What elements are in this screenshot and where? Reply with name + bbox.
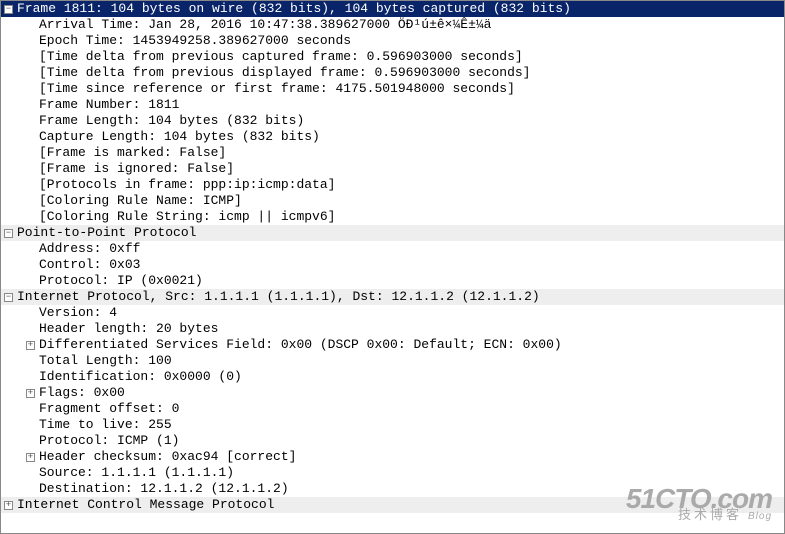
frame-ignored[interactable]: [Frame is ignored: False]: [1, 161, 784, 177]
frame-header[interactable]: −Frame 1811: 104 bytes on wire (832 bits…: [1, 1, 784, 17]
frame-marked[interactable]: [Frame is marked: False]: [1, 145, 784, 161]
frame-color-name[interactable]: [Coloring Rule Name: ICMP]: [1, 193, 784, 209]
frame-length[interactable]: Frame Length: 104 bytes (832 bits): [1, 113, 784, 129]
collapse-icon[interactable]: −: [4, 229, 13, 238]
expand-icon[interactable]: +: [26, 389, 35, 398]
ppp-header[interactable]: −Point-to-Point Protocol: [1, 225, 784, 241]
collapse-icon[interactable]: −: [4, 5, 13, 14]
ip-ttl[interactable]: Time to live: 255: [1, 417, 784, 433]
icmp-header-text: Internet Control Message Protocol: [17, 497, 274, 513]
ip-version[interactable]: Version: 4: [1, 305, 784, 321]
frame-epoch[interactable]: Epoch Time: 1453949258.389627000 seconds: [1, 33, 784, 49]
frame-header-text: Frame 1811: 104 bytes on wire (832 bits)…: [17, 1, 571, 17]
ip-total-length[interactable]: Total Length: 100: [1, 353, 784, 369]
ip-checksum[interactable]: +Header checksum: 0xac94 [correct]: [1, 449, 784, 465]
ppp-header-text: Point-to-Point Protocol: [17, 225, 196, 241]
ip-dscp[interactable]: +Differentiated Services Field: 0x00 (DS…: [1, 337, 784, 353]
collapse-icon[interactable]: −: [4, 293, 13, 302]
ppp-control[interactable]: Control: 0x03: [1, 257, 784, 273]
frame-arrival[interactable]: Arrival Time: Jan 28, 2016 10:47:38.3896…: [1, 17, 784, 33]
frame-delta-displayed[interactable]: [Time delta from previous displayed fram…: [1, 65, 784, 81]
frame-capture-length[interactable]: Capture Length: 104 bytes (832 bits): [1, 129, 784, 145]
ip-flags[interactable]: +Flags: 0x00: [1, 385, 784, 401]
ip-header-length[interactable]: Header length: 20 bytes: [1, 321, 784, 337]
ip-destination[interactable]: Destination: 12.1.1.2 (12.1.1.2): [1, 481, 784, 497]
ip-fragment-offset[interactable]: Fragment offset: 0: [1, 401, 784, 417]
frame-protocols[interactable]: [Protocols in frame: ppp:ip:icmp:data]: [1, 177, 784, 193]
ip-header[interactable]: −Internet Protocol, Src: 1.1.1.1 (1.1.1.…: [1, 289, 784, 305]
ip-header-text: Internet Protocol, Src: 1.1.1.1 (1.1.1.1…: [17, 289, 540, 305]
ip-protocol[interactable]: Protocol: ICMP (1): [1, 433, 784, 449]
frame-since-ref[interactable]: [Time since reference or first frame: 41…: [1, 81, 784, 97]
ip-source[interactable]: Source: 1.1.1.1 (1.1.1.1): [1, 465, 784, 481]
expand-icon[interactable]: +: [26, 453, 35, 462]
frame-delta-captured[interactable]: [Time delta from previous captured frame…: [1, 49, 784, 65]
icmp-header[interactable]: + Internet Control Message Protocol: [1, 497, 784, 513]
expand-icon[interactable]: +: [4, 501, 13, 510]
ppp-protocol[interactable]: Protocol: IP (0x0021): [1, 273, 784, 289]
frame-color-string[interactable]: [Coloring Rule String: icmp || icmpv6]: [1, 209, 784, 225]
expand-icon[interactable]: +: [26, 341, 35, 350]
frame-number[interactable]: Frame Number: 1811: [1, 97, 784, 113]
ip-identification[interactable]: Identification: 0x0000 (0): [1, 369, 784, 385]
ppp-address[interactable]: Address: 0xff: [1, 241, 784, 257]
